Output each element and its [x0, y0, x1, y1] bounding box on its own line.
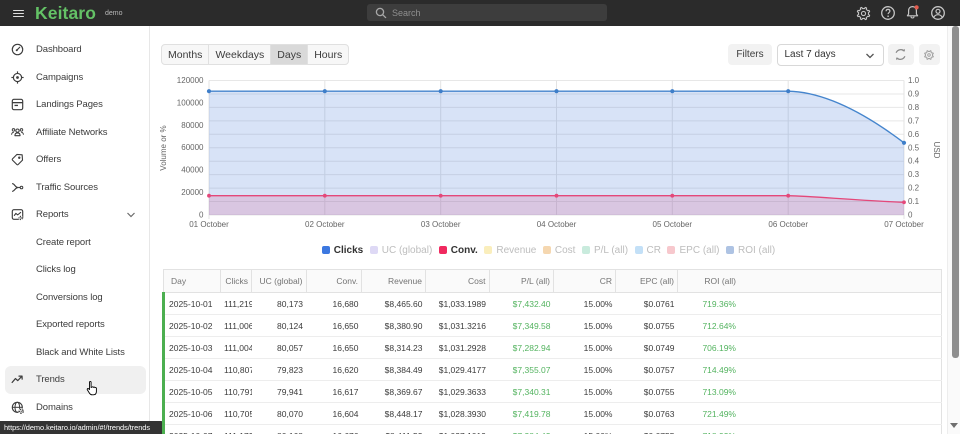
- svg-text:0.6: 0.6: [908, 130, 920, 139]
- svg-text:1.0: 1.0: [908, 76, 920, 85]
- svg-text:20000: 20000: [181, 188, 204, 197]
- svg-text:03 October: 03 October: [421, 220, 461, 229]
- svg-text:05 October: 05 October: [653, 220, 693, 229]
- svg-text:0.4: 0.4: [908, 157, 920, 166]
- svg-text:60000: 60000: [181, 143, 204, 152]
- svg-text:0.7: 0.7: [908, 116, 920, 125]
- svg-text:0.1: 0.1: [908, 197, 920, 206]
- svg-text:0.3: 0.3: [908, 170, 920, 179]
- svg-text:07 October: 07 October: [884, 220, 924, 229]
- svg-text:0.2: 0.2: [908, 184, 920, 193]
- svg-text:01 October: 01 October: [189, 220, 229, 229]
- svg-text:0.8: 0.8: [908, 103, 920, 112]
- svg-text:06 October: 06 October: [768, 220, 808, 229]
- svg-text:100000: 100000: [177, 98, 204, 107]
- svg-text:02 October: 02 October: [305, 220, 345, 229]
- svg-text:40000: 40000: [181, 166, 204, 175]
- svg-text:120000: 120000: [177, 76, 204, 85]
- svg-text:0: 0: [199, 211, 204, 220]
- svg-text:Volume or %: Volume or %: [159, 125, 168, 170]
- svg-text:0.9: 0.9: [908, 89, 920, 98]
- svg-text:80000: 80000: [181, 121, 204, 130]
- svg-text:0.5: 0.5: [908, 143, 920, 152]
- svg-text:USD: USD: [932, 142, 941, 159]
- svg-text:04 October: 04 October: [537, 220, 577, 229]
- svg-text:0: 0: [908, 211, 913, 220]
